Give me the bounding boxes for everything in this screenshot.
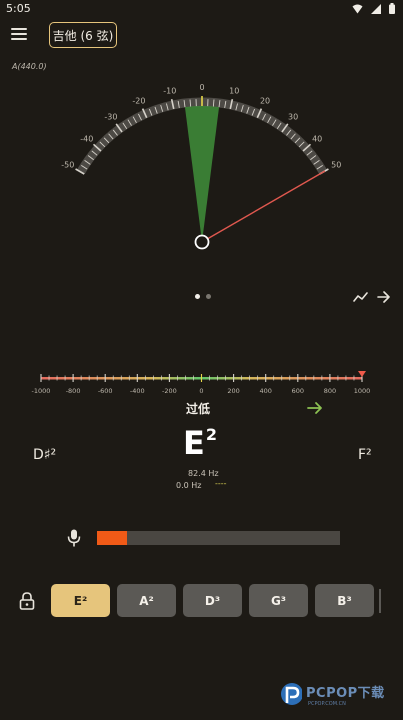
string-button[interactable]: G³ — [249, 584, 308, 617]
scale-label: 1000 — [354, 387, 371, 395]
watermark-sub: PCPOP.COM.CN — [308, 700, 346, 707]
next-note: F² — [358, 447, 372, 463]
current-frequency: 0.0 Hz — [176, 481, 202, 490]
gauge-tick-label: 0 — [199, 83, 204, 92]
scale-label: 800 — [324, 387, 336, 395]
next-page-arrow-icon[interactable] — [377, 290, 391, 304]
status-icons — [352, 3, 395, 14]
gauge-tick-label: -50 — [61, 161, 74, 170]
page-dot — [206, 294, 211, 299]
scale-label: -600 — [98, 387, 113, 395]
gauge-tick-label: -30 — [104, 113, 117, 122]
gauge-tick-label: 30 — [288, 113, 298, 122]
gauge-pivot — [194, 234, 210, 250]
target-frequency: 82.4 Hz — [188, 469, 219, 478]
gauge-tick — [212, 99, 215, 107]
input-level-meter — [97, 531, 340, 545]
gauge-tick-label: 20 — [260, 96, 270, 105]
battery-icon — [389, 3, 395, 14]
gauge-tick-label: 50 — [331, 161, 341, 170]
gauge-tick-label: 10 — [229, 86, 239, 95]
cents-gauge: -50 -40 -30 -20 -10 0 10 20 30 40 50 — [61, 83, 341, 250]
scale-label: 200 — [227, 387, 239, 395]
gauge-tick-label: -40 — [80, 134, 93, 143]
trend-chart-icon[interactable] — [353, 290, 369, 304]
detected-note-letter: E — [183, 424, 205, 462]
string-button[interactable]: D³ — [183, 584, 242, 617]
wifi-icon — [352, 4, 363, 13]
scale-label: -1000 — [32, 387, 51, 395]
scale-label: -200 — [162, 387, 177, 395]
frequency-offset-scale: -1000 -800 -600 -400 -200 0 200 400 600 800 1000 — [32, 371, 371, 395]
scale-label: 400 — [259, 387, 271, 395]
frequency-delta: ---- — [215, 479, 227, 488]
scale-label: 0 — [199, 387, 203, 395]
lock-icon[interactable] — [19, 592, 35, 610]
target-zone — [184, 105, 220, 242]
watermark: PCPOP下载 PCPOP.COM.CN — [278, 680, 385, 708]
string-button[interactable]: A² — [117, 584, 176, 617]
page-dot — [195, 294, 200, 299]
detected-note-octave: 2 — [205, 425, 217, 444]
status-bar: 5:05 — [0, 0, 403, 18]
watermark-brand: PCPOP下载 — [306, 685, 385, 701]
page-indicator — [195, 294, 211, 299]
gauge-needle — [201, 170, 326, 243]
detected-note: E2 — [183, 424, 217, 462]
scale-marker — [358, 371, 366, 377]
tuning-status: 过低 — [186, 402, 211, 416]
pcpop-logo-icon — [281, 683, 302, 705]
scale-label: 600 — [292, 387, 304, 395]
gauge-tick-label: 40 — [312, 134, 322, 143]
scale-label: -400 — [130, 387, 145, 395]
instrument-selector-button[interactable]: 吉他 (6 弦) — [49, 22, 117, 48]
microphone-icon[interactable] — [67, 529, 81, 547]
status-time: 5:05 — [6, 2, 31, 15]
menu-icon[interactable] — [11, 28, 27, 42]
tune-up-arrow-icon — [307, 402, 322, 414]
more-strings-indicator — [379, 589, 381, 613]
input-level-fill — [97, 531, 128, 545]
gauge-tick-label: -10 — [163, 86, 176, 95]
gauge-tick — [189, 99, 192, 107]
signal-icon — [371, 3, 381, 14]
string-button[interactable]: B³ — [315, 584, 374, 617]
scale-label: -800 — [66, 387, 81, 395]
string-button[interactable]: E² — [51, 584, 110, 617]
previous-note: D♯² — [33, 447, 57, 463]
gauge-tick-label: -20 — [132, 96, 145, 105]
